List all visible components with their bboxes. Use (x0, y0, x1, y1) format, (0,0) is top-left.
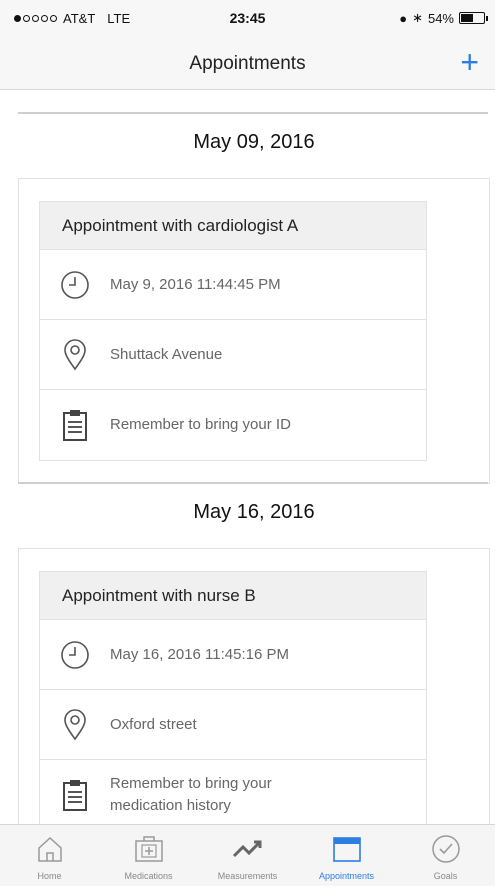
appointment-card[interactable]: Appointment with cardiologist A May 9, 2… (39, 201, 427, 461)
appointment-title: Appointment with nurse B (40, 572, 426, 620)
appointment-card-container: Appointment with cardiologist A May 9, 2… (18, 178, 490, 484)
plus-icon: + (460, 44, 479, 80)
section-date: May 16, 2016 (193, 501, 315, 523)
tab-measurements[interactable]: Measurements (198, 825, 297, 886)
location-pin-icon (58, 708, 92, 742)
section-divider (18, 112, 488, 114)
tab-label: Goals (433, 871, 458, 881)
appointment-location: Shuttack Avenue (110, 345, 223, 363)
section-divider (18, 482, 488, 484)
tab-label: Measurements (217, 871, 278, 881)
checkmark-circle-icon (429, 833, 463, 865)
clock-icon (58, 268, 92, 302)
appointment-time-row: May 16, 2016 11:45:16 PM (40, 620, 426, 690)
tab-home[interactable]: Home (0, 825, 99, 886)
navigation-bar: Appointments + (0, 40, 495, 90)
status-right: ● ∗ 54% (399, 10, 488, 26)
appointment-location-row: Shuttack Avenue (40, 320, 426, 390)
medical-kit-icon (132, 833, 166, 865)
tab-label: Medications (124, 871, 173, 881)
battery-fill (461, 14, 473, 22)
appointment-card-container: Appointment with nurse B May 16, 2016 11… (18, 548, 490, 824)
trend-icon (231, 833, 265, 865)
appointment-note-row: Remember to bring your medication histor… (40, 760, 426, 824)
appointment-title: Appointment with cardiologist A (40, 202, 426, 250)
battery-percent: 54% (427, 10, 454, 26)
appointment-datetime: May 9, 2016 11:44:45 PM (110, 275, 281, 293)
bluetooth-icon: ∗ (412, 10, 423, 25)
appointments-list[interactable]: May 09, 2016 Appointment with cardiologi… (0, 90, 495, 824)
appointment-location-row: Oxford street (40, 690, 426, 760)
home-icon (33, 833, 67, 865)
appointment-time-row: May 9, 2016 11:44:45 PM (40, 250, 426, 320)
clipboard-icon (58, 778, 92, 812)
appointment-datetime: May 16, 2016 11:45:16 PM (110, 645, 290, 663)
tab-goals[interactable]: Goals (396, 825, 495, 886)
appointment-note: Remember to bring your ID (110, 416, 291, 433)
page-title: Appointments (189, 53, 306, 74)
tab-bar: Home Medications Measurements Appointmen… (0, 824, 495, 886)
appointment-note: Remember to bring your medication histor… (110, 775, 272, 814)
clock-icon (58, 638, 92, 672)
tab-label: Appointments (318, 871, 375, 881)
battery-icon (459, 12, 488, 24)
lock-rotation-icon: ● (399, 10, 408, 26)
location-pin-icon (58, 338, 92, 372)
calendar-icon (330, 833, 364, 865)
clipboard-icon (58, 408, 92, 442)
appointment-location: Oxford street (110, 715, 197, 733)
add-appointment-button[interactable]: + (460, 46, 479, 78)
status-bar: AT&T LTE 23:45 ● ∗ 54% (0, 0, 495, 40)
appointment-note-row: Remember to bring your ID (40, 390, 426, 460)
appointment-section: May 16, 2016 Appointment with nurse B Ma… (18, 482, 490, 824)
tab-medications[interactable]: Medications (99, 825, 198, 886)
appointment-card[interactable]: Appointment with nurse B May 16, 2016 11… (39, 571, 427, 824)
appointment-section: May 09, 2016 Appointment with cardiologi… (18, 112, 490, 484)
section-date: May 09, 2016 (193, 131, 315, 153)
tab-label: Home (37, 871, 62, 881)
tab-appointments[interactable]: Appointments (297, 825, 396, 886)
